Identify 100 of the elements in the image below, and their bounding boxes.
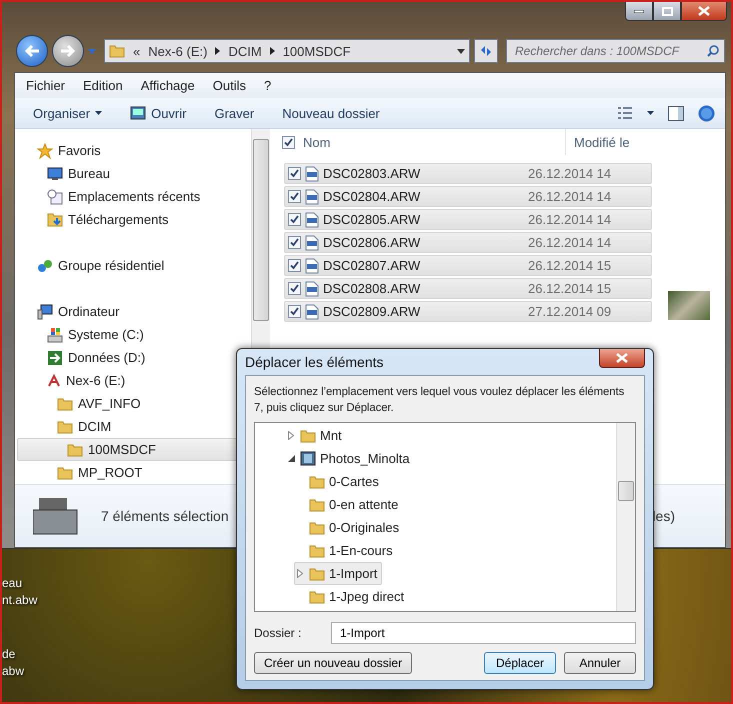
column-header[interactable]: Nom (295, 129, 566, 155)
folder-tree-item[interactable]: Mnt (285, 424, 347, 447)
folder-icon (309, 474, 325, 488)
view-options-icon[interactable] (617, 107, 633, 119)
nav-item[interactable]: Bureau (17, 162, 115, 185)
menu-item[interactable]: ? (254, 78, 280, 93)
dropdown-caret-icon[interactable] (457, 48, 465, 54)
menu-item[interactable]: Affichage (132, 78, 204, 93)
checkbox[interactable] (288, 213, 301, 226)
refresh-icon (479, 45, 493, 57)
folder-icon (309, 498, 325, 512)
homegroup-icon (37, 258, 53, 274)
nav-item[interactable]: Emplacements récents (17, 185, 206, 208)
checkbox[interactable] (282, 136, 295, 148)
checkbox[interactable] (288, 167, 301, 180)
close-button[interactable] (599, 349, 645, 368)
dialog-button[interactable]: Déplacer (484, 652, 556, 674)
folder-tree-item[interactable]: 1-Jpeg direct (294, 585, 410, 608)
file-row[interactable]: DSC02804.ARW 26.12.2014 14 (284, 186, 652, 207)
close-icon (616, 353, 628, 363)
folder-tree-item[interactable]: Photos_Minolta (285, 447, 415, 470)
refresh-button[interactable] (474, 39, 498, 63)
open-image-icon (130, 106, 146, 120)
menu-item[interactable]: Fichier (17, 78, 74, 93)
dialog-button[interactable]: Annuler (564, 652, 636, 674)
nav-item[interactable]: Nex-6 (E:) (17, 369, 130, 392)
file-row[interactable]: DSC02806.ARW 26.12.2014 14 (284, 232, 652, 253)
folder-icon (57, 466, 73, 480)
toolbar-button[interactable]: Ouvrir (122, 102, 194, 124)
nav-item[interactable]: Systeme (C:) (17, 323, 149, 346)
menu-item[interactable]: Outils (204, 78, 255, 93)
breadcrumb[interactable]: Nex-6 (E:) (148, 44, 208, 58)
raw-file-icon (305, 212, 319, 228)
minimize-icon (634, 10, 644, 12)
file-name: DSC02806.ARW (323, 235, 420, 250)
breadcrumb[interactable]: DCIM (228, 44, 262, 58)
modified-date: 26.12.2014 14 (528, 189, 612, 204)
search-icon[interactable] (707, 45, 719, 57)
arrow-drive-icon (47, 350, 63, 366)
raw-file-icon (305, 166, 319, 182)
folder-tree-item[interactable]: 0-en attente (294, 493, 404, 516)
close-button[interactable] (681, 2, 727, 21)
modified-date: 26.12.2014 14 (528, 166, 612, 181)
close-icon (698, 6, 710, 16)
file-row[interactable]: DSC02803.ARW 26.12.2014 14 (284, 163, 652, 184)
breadcrumb[interactable]: 100MSDCF (282, 44, 351, 58)
nav-item[interactable]: Favoris (17, 139, 106, 162)
maximize-button[interactable] (653, 2, 681, 21)
nav-item[interactable]: AVF_INFO (17, 392, 146, 415)
file-row[interactable]: DSC02809.ARW 27.12.2014 09 (284, 301, 652, 322)
scrollbar[interactable] (616, 423, 635, 611)
checkbox[interactable] (288, 282, 301, 295)
checkbox[interactable] (288, 190, 301, 203)
overflow-glyph[interactable]: « (133, 44, 140, 58)
checkbox[interactable] (288, 236, 301, 249)
nav-item[interactable]: Téléchargements (17, 208, 174, 231)
minimize-button[interactable] (625, 2, 653, 21)
collapsed-arrow-icon[interactable] (297, 569, 303, 578)
nav-item[interactable]: Groupe résidentiel (17, 254, 170, 277)
checkbox[interactable] (288, 305, 301, 318)
windows-drive-icon (47, 326, 63, 342)
dialog-title: Déplacer les éléments (245, 354, 384, 370)
folder-icon (309, 520, 325, 534)
folder-icon (57, 396, 73, 410)
file-name: DSC02803.ARW (323, 166, 420, 181)
raw-file-icon (305, 258, 319, 274)
folder-tree-item[interactable]: 1-En-cours (294, 539, 398, 562)
search-field[interactable]: Rechercher dans : 100MSDCF (506, 39, 725, 63)
breadcrumb-arrow-icon[interactable] (215, 47, 220, 55)
file-name: DSC02804.ARW (323, 189, 420, 204)
menu-item[interactable]: Edition (74, 78, 132, 93)
nav-item[interactable]: Données (D:) (17, 346, 150, 369)
back-button[interactable] (16, 35, 48, 67)
file-row[interactable]: DSC02805.ARW 26.12.2014 14 (284, 209, 652, 230)
column-header[interactable]: Modifié le (566, 129, 630, 155)
toolbar-button[interactable]: Nouveau dossier (274, 102, 388, 124)
file-row[interactable]: DSC02807.ARW 26.12.2014 15 (284, 255, 652, 276)
download-folder-icon (47, 212, 63, 228)
collapsed-arrow-icon[interactable] (288, 431, 294, 440)
folder-tree-item[interactable]: 1-Import (294, 562, 382, 585)
file-row[interactable]: DSC02808.ARW 26.12.2014 15 (284, 278, 652, 299)
checkbox[interactable] (288, 259, 301, 272)
forward-button[interactable] (52, 35, 84, 67)
preview-pane-icon[interactable] (668, 106, 684, 120)
nav-item[interactable]: Ordinateur (17, 300, 124, 323)
toolbar-button[interactable]: Graver (206, 102, 262, 124)
breadcrumb-arrow-icon[interactable] (270, 47, 275, 55)
toolbar-button[interactable]: Organiser (25, 102, 110, 124)
folder-field[interactable]: 1-Import (331, 622, 636, 644)
folder-icon (67, 442, 83, 456)
folder-tree-item[interactable]: 0-Originales (294, 516, 404, 539)
folder-tree-item[interactable]: 0-Cartes (294, 470, 384, 493)
expanded-arrow-icon[interactable] (288, 455, 294, 462)
nav-item[interactable]: MP_ROOT (17, 461, 148, 484)
file-name: DSC02809.ARW (323, 304, 420, 319)
nav-item[interactable]: DCIM (17, 415, 116, 438)
raw-file-icon (305, 188, 319, 204)
caret-icon[interactable] (647, 111, 654, 115)
dialog-button[interactable]: Créer un nouveau dossier (254, 652, 412, 674)
address-bar[interactable]: « Nex-6 (E:) DCIM 100MSDCF (104, 39, 470, 63)
